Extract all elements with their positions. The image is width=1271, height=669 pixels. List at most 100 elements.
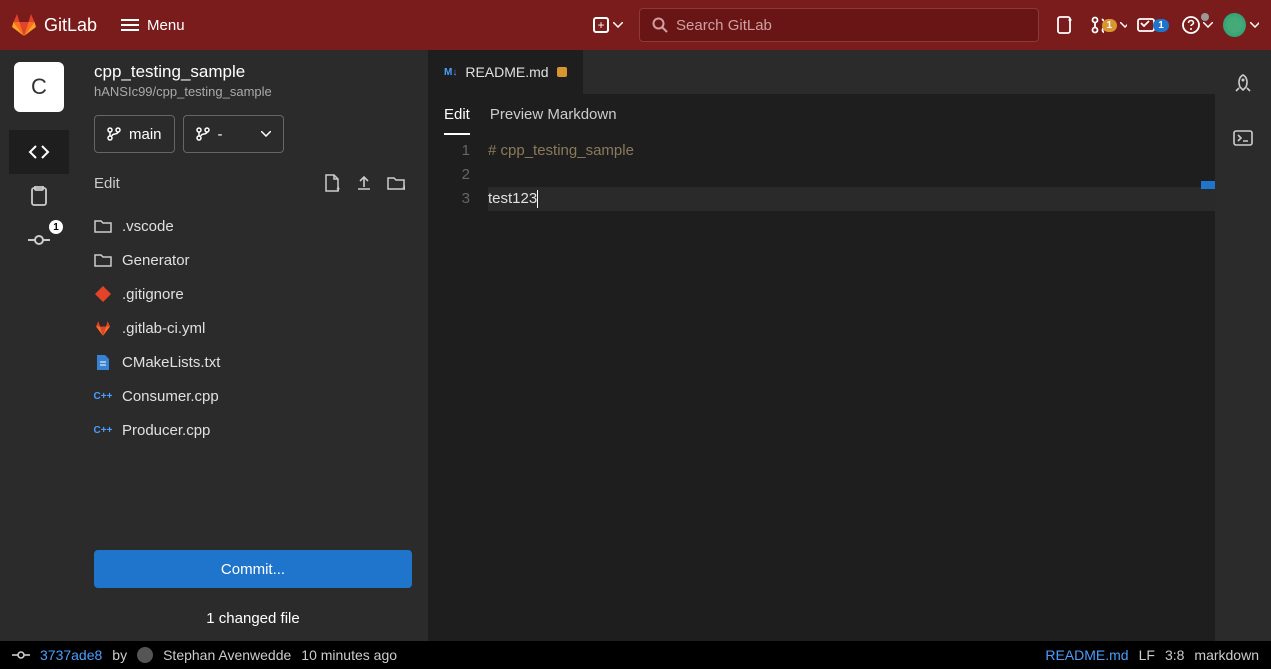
file-item-cpp[interactable]: C++ Consumer.cpp [78, 379, 428, 413]
mode-tab-edit[interactable]: Edit [444, 106, 470, 135]
code-editor[interactable]: 1 2 3 # cpp_testing_sample test123 [428, 135, 1215, 641]
chevron-down-icon [613, 22, 623, 28]
todos-icon[interactable]: 1 [1135, 7, 1171, 43]
chevron-down-icon [1203, 22, 1213, 28]
line-gutter: 1 2 3 [428, 135, 488, 641]
edit-label: Edit [94, 175, 120, 192]
branch-name: main [129, 126, 162, 143]
git-icon [94, 285, 112, 303]
code-lines: # cpp_testing_sample test123 [488, 135, 1215, 641]
commit-area: Commit... [78, 538, 428, 600]
file-item-text[interactable]: CMakeLists.txt [78, 345, 428, 379]
commit-icon [12, 649, 30, 661]
rail-review[interactable] [9, 174, 69, 218]
help-dot [1201, 13, 1209, 21]
user-menu[interactable] [1223, 7, 1259, 43]
status-eol[interactable]: LF [1139, 647, 1155, 663]
cpp-icon: C++ [94, 421, 112, 439]
file-name: .gitlab-ci.yml [122, 320, 205, 337]
status-file[interactable]: README.md [1045, 647, 1128, 663]
avatar-icon [1223, 13, 1246, 37]
status-position[interactable]: 3:8 [1165, 647, 1184, 663]
merge-requests-icon[interactable]: 1 [1091, 7, 1127, 43]
mr-badge: 1 [1102, 19, 1118, 32]
terminal-button[interactable] [1233, 130, 1253, 146]
code-line-1: # cpp_testing_sample [488, 142, 634, 159]
commit-count-badge: 1 [49, 220, 63, 234]
folder-icon [94, 251, 112, 269]
sidebar: C 1 cpp_testing_sample hANSIc99/cpp_test… [0, 50, 428, 641]
issues-icon[interactable] [1047, 7, 1083, 43]
new-file-button[interactable]: + [316, 167, 348, 199]
author-name: Stephan Avenwedde [163, 647, 291, 663]
modified-indicator [557, 67, 567, 77]
tab-filename: README.md [465, 64, 548, 80]
rail-edit[interactable] [9, 130, 69, 174]
cpp-icon: C++ [94, 387, 112, 405]
file-text-icon [94, 353, 112, 371]
icon-rail: C 1 [0, 50, 78, 641]
pipelines-button[interactable] [1233, 74, 1253, 94]
file-name: .vscode [122, 218, 174, 235]
rail-commit[interactable]: 1 [9, 218, 69, 262]
new-dropdown[interactable]: + [585, 13, 631, 37]
branch-icon [107, 127, 121, 141]
commit-icon [28, 229, 50, 251]
file-item-cpp[interactable]: C++ Producer.cpp [78, 413, 428, 447]
project-logo[interactable]: C [14, 62, 64, 112]
branch-compare-select[interactable]: - [183, 115, 284, 153]
file-tab[interactable]: M↓ README.md [428, 50, 583, 94]
new-folder-icon: + [387, 175, 405, 191]
gitlab-logo-icon [12, 14, 36, 36]
terminal-icon [1233, 130, 1253, 146]
mode-tabs: Edit Preview Markdown [428, 94, 1215, 135]
file-name: Producer.cpp [122, 422, 210, 439]
main-content: C 1 cpp_testing_sample hANSIc99/cpp_test… [0, 50, 1271, 641]
by-label: by [112, 647, 127, 663]
new-file-icon: + [324, 174, 340, 192]
file-name: CMakeLists.txt [122, 354, 220, 371]
file-list[interactable]: .vscode Generator .gitignore .gitlab-ci.… [78, 205, 428, 538]
plus-icon: + [593, 17, 609, 33]
overview-ruler-mark [1201, 181, 1215, 189]
hamburger-icon [121, 19, 139, 31]
mode-tab-preview[interactable]: Preview Markdown [490, 106, 617, 135]
file-name: .gitignore [122, 286, 184, 303]
changed-files-label: 1 changed file [78, 600, 428, 641]
markdown-icon: M↓ [444, 67, 457, 78]
branch-select[interactable]: main [94, 115, 175, 153]
file-item-gitlab-ci[interactable]: .gitlab-ci.yml [78, 311, 428, 345]
file-item-folder[interactable]: Generator [78, 243, 428, 277]
upload-icon [356, 175, 372, 191]
rocket-icon [1233, 74, 1253, 94]
todo-badge: 1 [1153, 19, 1169, 32]
chevron-down-icon [261, 131, 271, 137]
status-language[interactable]: markdown [1194, 647, 1259, 663]
file-name: Consumer.cpp [122, 388, 219, 405]
new-folder-button[interactable]: + [380, 167, 412, 199]
file-name: Generator [122, 252, 190, 269]
search-placeholder: Search GitLab [676, 17, 772, 34]
commit-hash[interactable]: 3737ade8 [40, 647, 102, 663]
file-item-folder[interactable]: .vscode [78, 209, 428, 243]
code-icon [28, 141, 50, 163]
menu-label: Menu [147, 17, 185, 34]
file-item-gitignore[interactable]: .gitignore [78, 277, 428, 311]
clipboard-icon [29, 186, 49, 206]
branch-compare: - [218, 126, 223, 143]
branch-row: main - [78, 107, 428, 161]
menu-button[interactable]: Menu [121, 17, 185, 34]
gitlab-brand[interactable]: GitLab [44, 15, 97, 36]
upload-button[interactable] [348, 167, 380, 199]
svg-text:+: + [402, 183, 405, 191]
editor-area: M↓ README.md Edit Preview Markdown 1 2 3… [428, 50, 1215, 641]
branch-icon [196, 127, 210, 141]
right-rail [1215, 50, 1271, 641]
commit-button[interactable]: Commit... [94, 550, 412, 588]
commit-time: 10 minutes ago [301, 647, 397, 663]
tab-bar: M↓ README.md [428, 50, 1215, 94]
help-icon[interactable] [1179, 7, 1215, 43]
search-input[interactable]: Search GitLab [639, 8, 1039, 42]
project-header: cpp_testing_sample hANSIc99/cpp_testing_… [78, 50, 428, 107]
project-title[interactable]: cpp_testing_sample [94, 62, 412, 82]
